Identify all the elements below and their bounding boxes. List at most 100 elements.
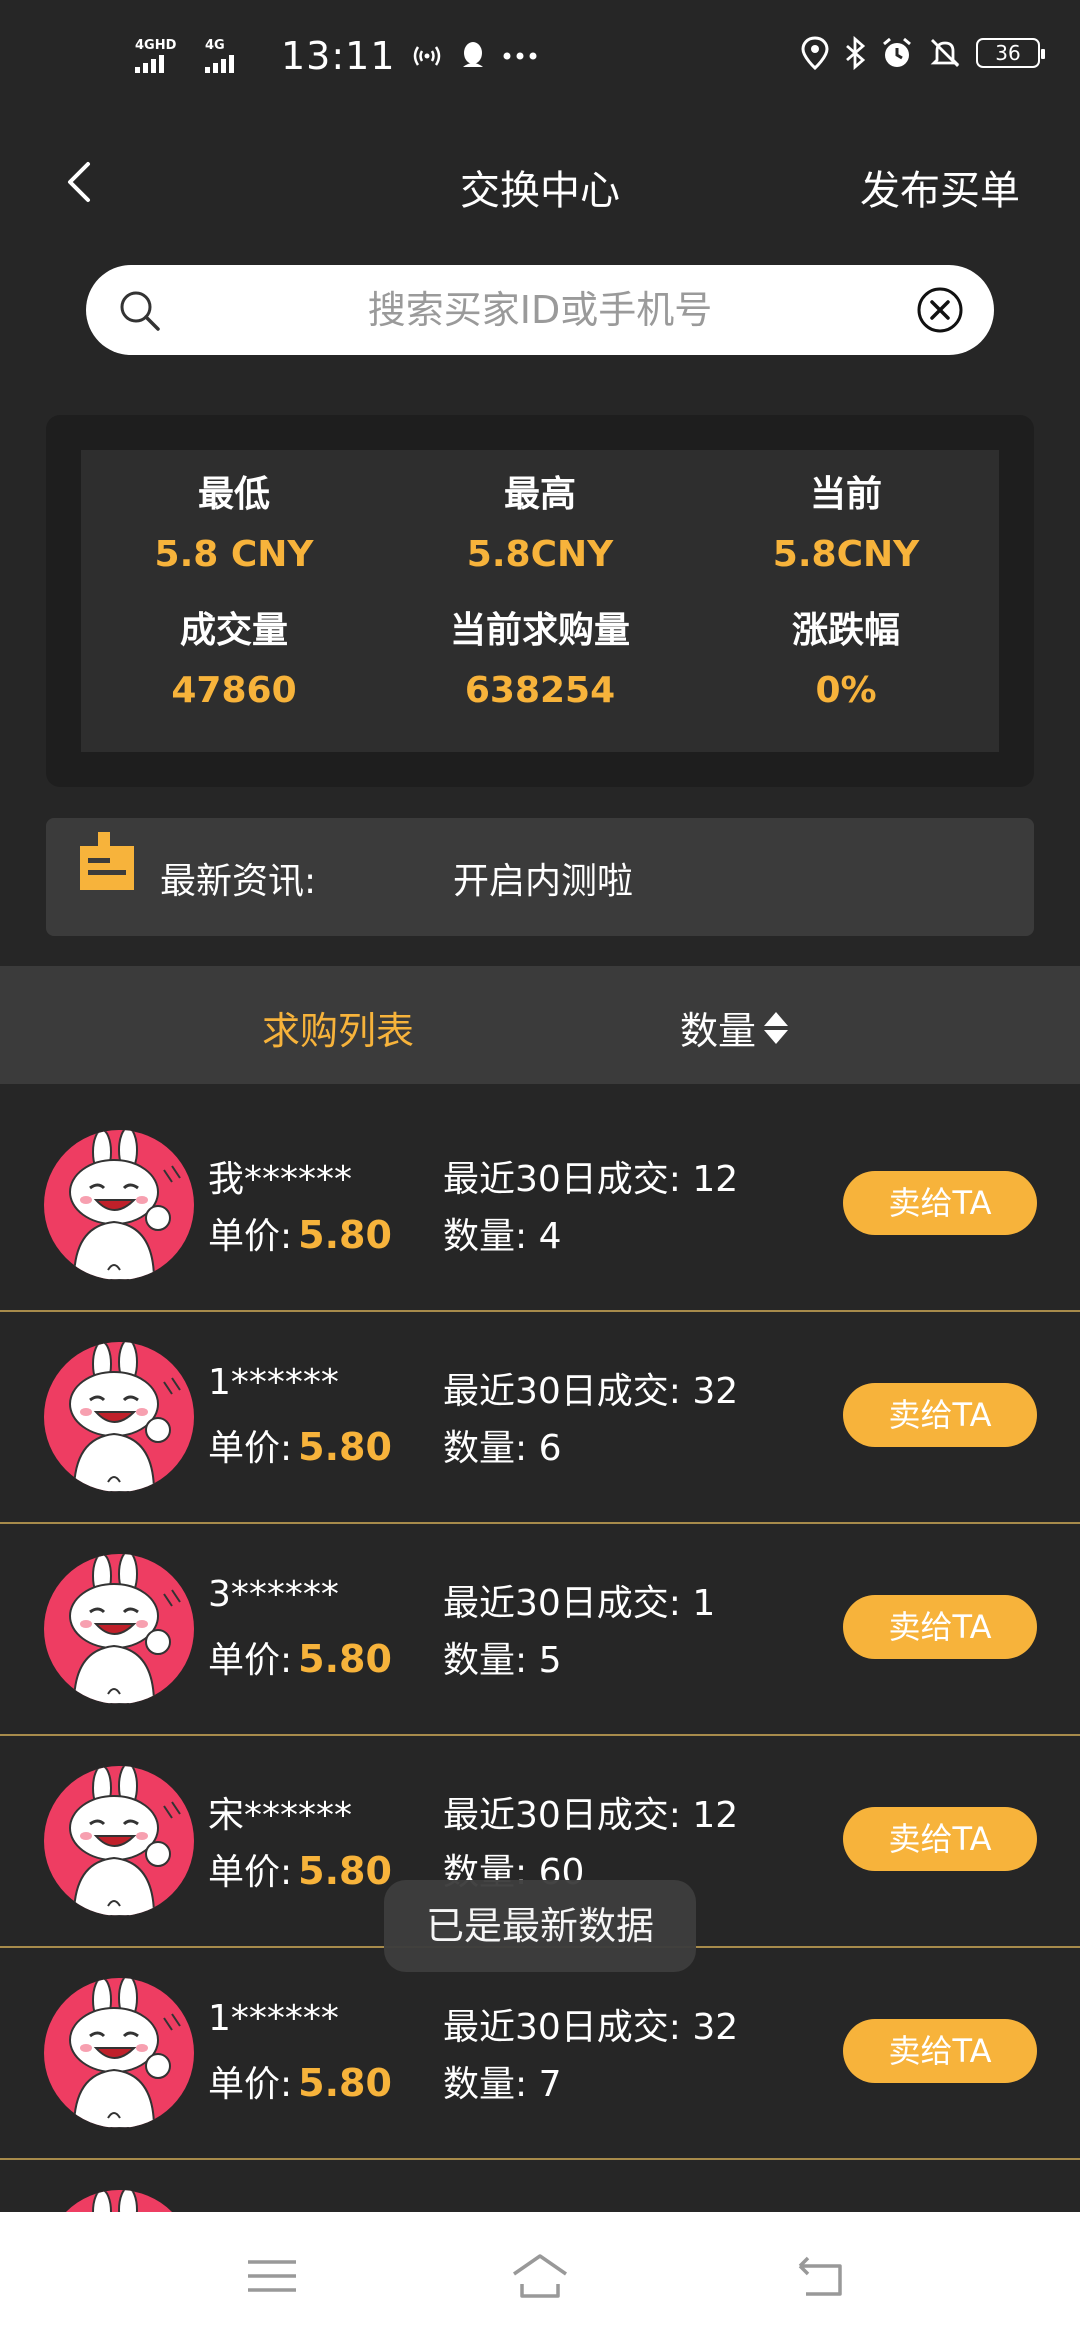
battery-icon: 36 [976, 38, 1045, 68]
stat-current-value: 5.8CNY [772, 534, 920, 575]
bunny-avatar-icon [69, 1130, 181, 1280]
recent-deals-label: 最近30日成交: [443, 1795, 681, 1836]
alarm-icon [883, 37, 911, 67]
unit-price-value: 5.80 [298, 1849, 392, 1893]
stat-high-label: 最高 [503, 474, 576, 515]
tab-buy-list[interactable]: 求购列表 [262, 1000, 414, 1055]
buyer-name: 宋****** [208, 1795, 353, 1836]
stat-low: 最低 5.8 CNY [81, 472, 387, 578]
bunny-avatar-icon [69, 1978, 181, 2128]
recent-deals-value: 12 [692, 1795, 739, 1836]
stat-demand-value: 638254 [464, 670, 616, 711]
stat-volume-value: 47860 [171, 670, 297, 711]
buy-order-list: 我****** 单价: 5.80 最近30日成交: 12 数量: 4 卖给TA 1… [0, 1100, 1080, 2220]
recent-deals-label: 最近30日成交: [443, 2007, 681, 2048]
location-icon [801, 36, 829, 70]
back-icon[interactable] [792, 2248, 852, 2304]
search-input[interactable] [186, 265, 894, 355]
unit-price-label: 单价: [208, 1216, 293, 1257]
order-quantity-label: 数量: [443, 1428, 528, 1469]
order-quantity-value: 4 [538, 1216, 562, 1257]
buyer-name: 1****** [208, 1362, 339, 1403]
sell-to-buyer-button[interactable]: 卖给TA [843, 1807, 1037, 1871]
recent-deals: 最近30日成交: 1 [443, 1574, 715, 1626]
hotspot-icon [413, 46, 440, 66]
home-icon[interactable] [510, 2248, 570, 2304]
status-bar: 4GHD 4G 13:11 36 [0, 0, 1080, 120]
stat-low-value: 5.8 CNY [154, 534, 314, 575]
recent-deals-label: 最近30日成交: [443, 1583, 681, 1624]
order-quantity: 数量: 6 [443, 1419, 562, 1471]
news-banner[interactable]: 最新资讯: 开启内测啦 [46, 818, 1034, 936]
market-stats-panel: 最低 5.8 CNY 最高 5.8CNY 当前 5.8CNY 成交量 47860… [81, 450, 999, 752]
stat-change-value: 0% [815, 670, 877, 711]
list-tabs: 求购列表 数量 [0, 966, 1080, 1084]
qq-icon [462, 42, 483, 67]
post-buy-order-button[interactable]: 发布买单 [860, 158, 1020, 216]
bluetooth-icon [846, 36, 866, 70]
signal-4g-icon: 4G [205, 39, 261, 73]
sell-to-buyer-button[interactable]: 卖给TA [843, 2019, 1037, 2083]
unit-price: 单价: 5.80 [208, 1843, 392, 1895]
order-quantity: 数量: 7 [443, 2055, 562, 2107]
list-item-partial [0, 2160, 1080, 2220]
unit-price-label: 单价: [208, 1428, 293, 1469]
clear-icon[interactable] [916, 286, 964, 334]
news-text: 开启内测啦 [453, 861, 634, 902]
market-stats-card: 最低 5.8 CNY 最高 5.8CNY 当前 5.8CNY 成交量 47860… [46, 415, 1034, 787]
unit-price: 单价: 5.80 [208, 1207, 392, 1259]
avatar [44, 1130, 194, 1280]
stat-current: 当前 5.8CNY [693, 472, 999, 578]
order-quantity-label: 数量: [443, 2064, 528, 2105]
bunny-avatar-icon [69, 1554, 181, 1704]
recent-deals-value: 1 [692, 1583, 716, 1624]
stat-change: 涨跌幅 0% [693, 608, 999, 714]
recent-deals-label: 最近30日成交: [443, 1159, 681, 1200]
unit-price-label: 单价: [208, 1640, 293, 1681]
stat-change-label: 涨跌幅 [791, 610, 900, 651]
news-label: 最新资讯: [160, 861, 317, 902]
recent-deals-label: 最近30日成交: [443, 1371, 681, 1412]
recent-deals: 最近30日成交: 32 [443, 1998, 738, 2050]
order-quantity-value: 7 [538, 2064, 562, 2105]
order-quantity-value: 5 [538, 1640, 562, 1681]
unit-price-value: 5.80 [298, 1425, 392, 1469]
unit-price-value: 5.80 [298, 1637, 392, 1681]
bunny-avatar-icon [69, 1766, 181, 1916]
sell-to-buyer-button[interactable]: 卖给TA [843, 1595, 1037, 1659]
buyer-name: 3****** [208, 1574, 339, 1615]
unit-price: 单价: 5.80 [208, 1631, 392, 1683]
mute-icon [930, 39, 960, 67]
recent-deals: 最近30日成交: 12 [443, 1786, 738, 1838]
recent-deals: 最近30日成交: 12 [443, 1150, 738, 1202]
sell-to-buyer-button[interactable]: 卖给TA [843, 1383, 1037, 1447]
stat-current-label: 当前 [809, 474, 882, 515]
search-bar [86, 265, 994, 355]
stat-volume: 成交量 47860 [81, 608, 387, 714]
unit-price-label: 单价: [208, 2064, 293, 2105]
notice-board-icon [80, 832, 134, 890]
sort-by-quantity[interactable]: 数量 [680, 1000, 790, 1055]
list-item: 3****** 单价: 5.80 最近30日成交: 1 数量: 5 卖给TA [0, 1524, 1080, 1736]
buyer-name: 1****** [208, 1998, 339, 2039]
sell-to-buyer-button[interactable]: 卖给TA [843, 1171, 1037, 1235]
stat-volume-label: 成交量 [179, 610, 288, 651]
stat-low-label: 最低 [197, 474, 270, 515]
unit-price-label: 单价: [208, 1852, 293, 1893]
unit-price: 单价: 5.80 [208, 2055, 392, 2107]
network-type-1: 4GHD [135, 38, 177, 53]
recent-deals-value: 12 [692, 1159, 739, 1200]
list-item: 我****** 单价: 5.80 最近30日成交: 12 数量: 4 卖给TA [0, 1100, 1080, 1312]
avatar [44, 1978, 194, 2128]
avatar [44, 1342, 194, 1492]
recent-deals-value: 32 [692, 2007, 739, 2048]
order-quantity-value: 6 [538, 1428, 562, 1469]
network-type-2: 4G [205, 38, 225, 53]
stat-demand-label: 当前求购量 [449, 610, 630, 651]
menu-icon[interactable] [242, 2248, 302, 2304]
unit-price: 单价: 5.80 [208, 1419, 392, 1471]
order-quantity: 数量: 4 [443, 1207, 562, 1259]
order-quantity-label: 数量: [443, 1216, 528, 1257]
system-navigation-bar [0, 2212, 1080, 2340]
unit-price-value: 5.80 [298, 1213, 392, 1257]
